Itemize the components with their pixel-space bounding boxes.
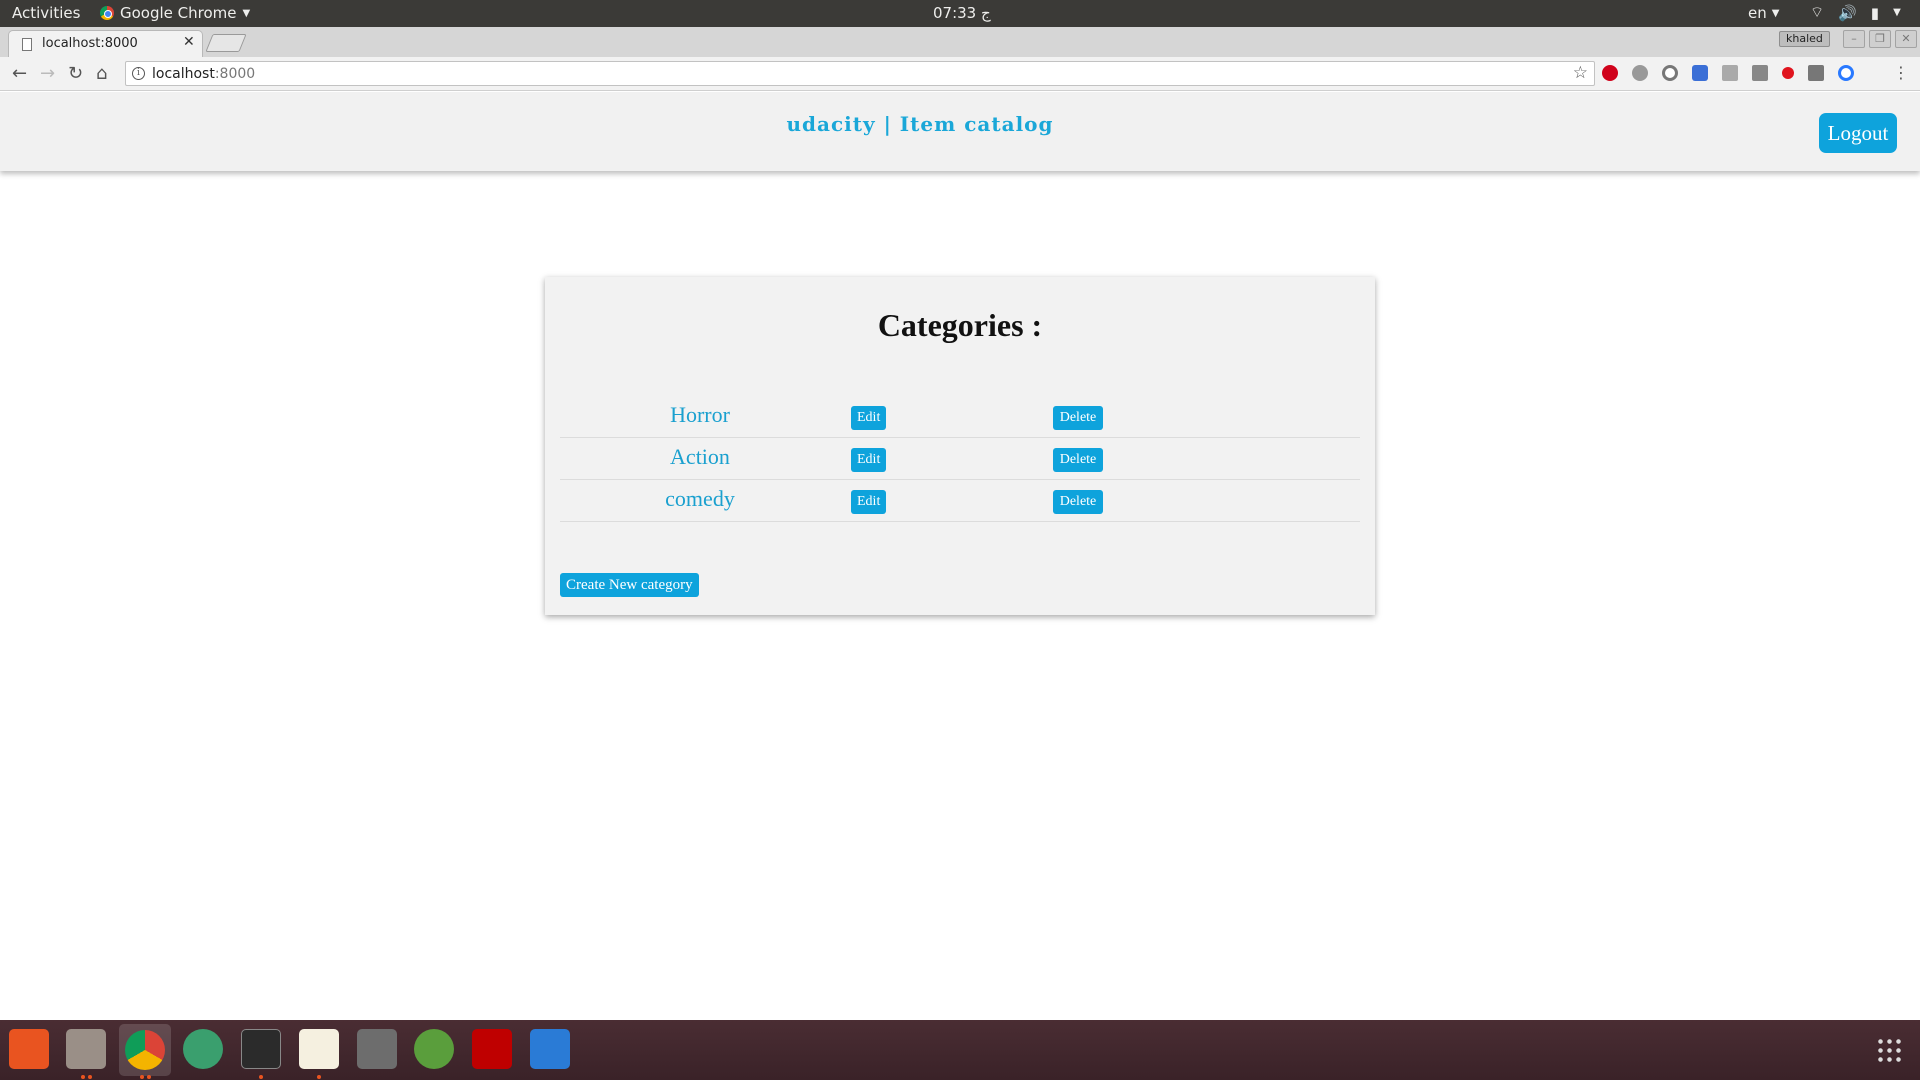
close-window-icon[interactable]: ✕ [1895,30,1917,48]
page-icon [22,38,32,51]
page-viewport: udacity | Item catalog Logout Categories… [0,92,1920,1036]
chrome-icon [100,6,114,20]
extension-icons [1602,65,1854,81]
show-apps-icon[interactable] [1876,1037,1902,1063]
edit-button[interactable]: Edit [851,448,886,472]
running-indicator [81,1075,85,1079]
site-header: udacity | Item catalog Logout [0,92,1920,171]
running-indicator [317,1075,321,1079]
browser-window: localhost:8000 ✕ khaled – ❐ ✕ ← → ↻ ⌂ i … [0,27,1920,1042]
volume-icon: 🔊 [1838,3,1857,22]
info-icon[interactable]: i [132,67,145,80]
category-link[interactable]: comedy [610,486,790,512]
app-menu[interactable]: Google Chrome ▼ [100,4,250,22]
edit-button[interactable]: Edit [851,406,886,430]
atom-icon[interactable] [183,1029,223,1069]
back-arrow-icon[interactable]: ← [12,63,27,84]
extension-icon[interactable] [1692,65,1708,81]
extension-icon[interactable] [1838,65,1854,81]
os-top-bar: Activities Google Chrome ▼ 07:33 ج en ▼ … [0,0,1920,27]
browser-toolbar: ← → ↻ ⌂ i localhost:8000 ☆ ⋮ [0,57,1920,91]
app-menu-label: Google Chrome [120,4,237,22]
adblock-icon[interactable] [1602,65,1618,81]
download-icon[interactable] [1722,65,1738,81]
create-category-button[interactable]: Create New category [560,573,699,597]
language-label: en [1748,4,1767,22]
close-tab-icon[interactable]: ✕ [183,34,195,50]
terminal-icon[interactable] [241,1029,281,1069]
delete-button[interactable]: Delete [1053,490,1103,514]
delete-button[interactable]: Delete [1053,406,1103,430]
page-title: Categories : [877,307,1043,343]
reload-icon[interactable]: ↻ [68,63,83,84]
new-tab-button[interactable] [205,34,247,52]
caret-down-icon: ▼ [1771,7,1780,19]
category-link[interactable]: Horror [610,402,790,428]
running-indicator [259,1075,263,1079]
dock [0,1020,1920,1080]
address-bar[interactable]: i localhost:8000 ☆ [125,61,1595,86]
url-text: localhost:8000 [152,66,255,82]
language-menu[interactable]: en ▼ [1748,4,1779,22]
running-indicator [147,1075,151,1079]
minimize-icon[interactable]: – [1843,30,1865,48]
window-controls: – ❐ ✕ [1843,30,1917,48]
category-row: Horror Edit Delete [560,396,1360,438]
chrome-icon [125,1030,165,1070]
category-row: Action Edit Delete [560,438,1360,480]
running-indicator [88,1075,92,1079]
camera-icon[interactable] [1808,65,1824,81]
text-editor-icon[interactable] [299,1029,339,1069]
profile-button[interactable]: khaled [1779,31,1830,47]
bookmark-star-icon[interactable]: ☆ [1573,63,1588,83]
clock[interactable]: 07:33 ج [933,4,991,22]
edit-button[interactable]: Edit [851,490,886,514]
wifi-icon: ⌔ [1810,3,1825,21]
calculator-icon[interactable] [357,1029,397,1069]
filezilla-icon[interactable] [472,1029,512,1069]
browser-menu-icon[interactable]: ⋮ [1893,63,1909,82]
logout-button[interactable]: Logout [1819,113,1897,153]
extension-icon[interactable] [1632,65,1648,81]
browser-tab[interactable]: localhost:8000 ✕ [8,30,203,57]
files-icon[interactable] [66,1029,106,1069]
battery-icon: ▮ [1870,3,1880,22]
url-host: localhost [152,66,215,82]
category-link[interactable]: Action [610,444,790,470]
caret-down-icon: ▼ [1893,7,1901,18]
caret-down-icon: ▼ [242,7,251,19]
system-tray[interactable]: ⌔ 🔊 ▮ ▼ [1810,3,1901,22]
tab-title: localhost:8000 [42,36,138,51]
extension-icon[interactable] [1662,65,1678,81]
categories-panel: Categories : Horror Edit Delete Action E… [545,277,1375,615]
tab-strip: localhost:8000 ✕ khaled – ❐ ✕ [0,27,1920,57]
activities-button[interactable]: Activities [12,4,80,22]
site-brand[interactable]: udacity | Item catalog [0,112,1840,136]
category-row: comedy Edit Delete [560,480,1360,522]
url-port: :8000 [214,66,256,82]
maximize-icon[interactable]: ❐ [1869,30,1891,48]
system-monitor-icon[interactable] [530,1029,570,1069]
software-center-icon[interactable] [9,1029,49,1069]
android-studio-icon[interactable] [414,1029,454,1069]
forward-arrow-icon[interactable]: → [40,63,55,84]
record-icon[interactable] [1782,67,1794,79]
running-indicator [140,1075,144,1079]
extension-icon[interactable] [1752,65,1768,81]
chrome-dock-slot[interactable] [119,1024,171,1076]
home-icon[interactable]: ⌂ [96,63,107,84]
delete-button[interactable]: Delete [1053,448,1103,472]
